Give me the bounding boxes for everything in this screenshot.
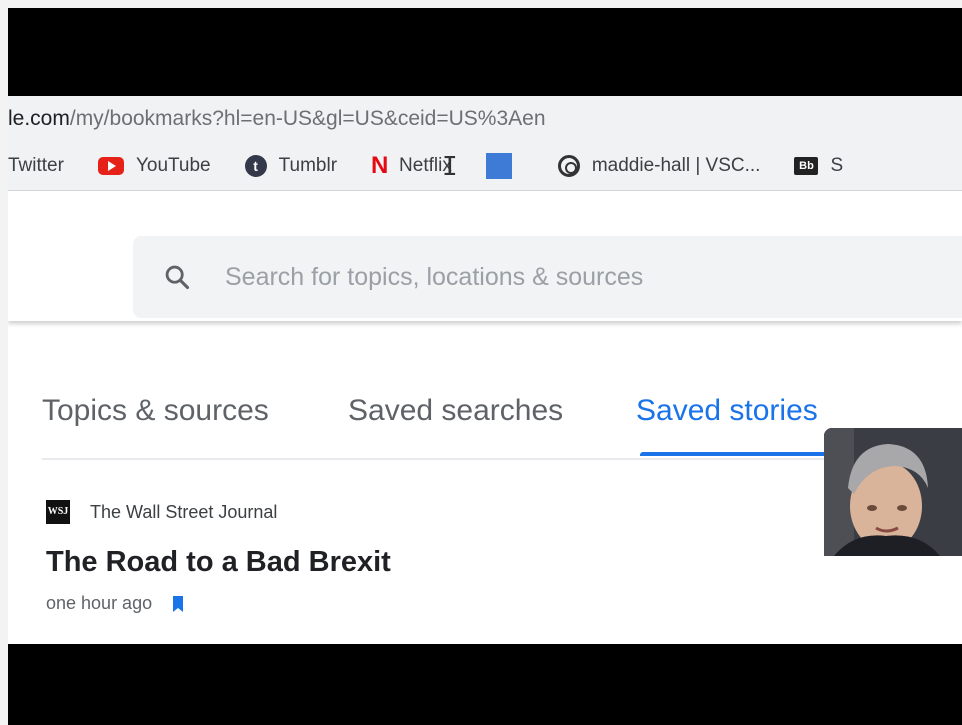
url-path: /my/bookmarks?hl=en-US&gl=US&ceid=US%3Ae… <box>69 107 546 130</box>
bookmark-blackboard[interactable]: Bb S <box>794 155 843 177</box>
address-bar[interactable]: le.com/my/bookmarks?hl=en-US&gl=US&ceid=… <box>8 96 962 142</box>
story-source: The Wall Street Journal <box>90 501 278 522</box>
bookmark-youtube[interactable]: YouTube <box>97 155 211 177</box>
url-host: le.com <box>8 107 70 130</box>
netflix-icon: N <box>371 152 389 179</box>
bookmark-label: S <box>830 155 844 176</box>
search-icon[interactable] <box>163 263 191 291</box>
story-thumbnail[interactable] <box>824 428 962 556</box>
search-header <box>8 191 962 321</box>
bookmark-label: Twitter <box>8 155 64 176</box>
bookmark-twitter[interactable]: Twitter <box>8 155 64 177</box>
tumblr-icon: t <box>244 155 267 177</box>
bookmarks-bar: Twitter YouTube t Tumblr N Netflix maddi… <box>8 142 962 191</box>
tab-saved-searches[interactable]: Saved searches <box>348 394 563 428</box>
story-time: one hour ago <box>46 593 153 613</box>
browser-screen: le.com/my/bookmarks?hl=en-US&gl=US&ceid=… <box>8 96 962 644</box>
bookmark-tumblr[interactable]: t Tumblr <box>244 155 338 177</box>
wsj-logo-icon: WSJ <box>46 500 70 524</box>
portrait-image <box>824 428 962 556</box>
bookmark-netflix[interactable]: N Netflix <box>371 154 452 178</box>
story-meta: one hour ago <box>46 593 962 614</box>
tab-saved-stories[interactable]: Saved stories <box>636 394 818 428</box>
bookmark-label: maddie-hall | VSC... <box>591 155 761 176</box>
text-cursor-icon: I <box>442 152 458 182</box>
search-box[interactable] <box>133 236 962 318</box>
bookmark-label: Tumblr <box>278 155 338 176</box>
bookmark-blue[interactable] <box>485 153 524 179</box>
blue-bookmark-icon <box>485 153 512 179</box>
video-frame: le.com/my/bookmarks?hl=en-US&gl=US&ceid=… <box>8 8 962 725</box>
blackboard-icon: Bb <box>794 157 819 175</box>
vsco-icon <box>557 155 580 177</box>
bookmark-vsco[interactable]: maddie-hall | VSC... <box>557 155 761 177</box>
tab-topics-sources[interactable]: Topics & sources <box>42 394 269 428</box>
bookmark-label: YouTube <box>135 155 211 176</box>
youtube-icon <box>97 157 124 175</box>
search-input[interactable] <box>223 261 827 293</box>
bookmark-icon[interactable] <box>172 595 184 612</box>
